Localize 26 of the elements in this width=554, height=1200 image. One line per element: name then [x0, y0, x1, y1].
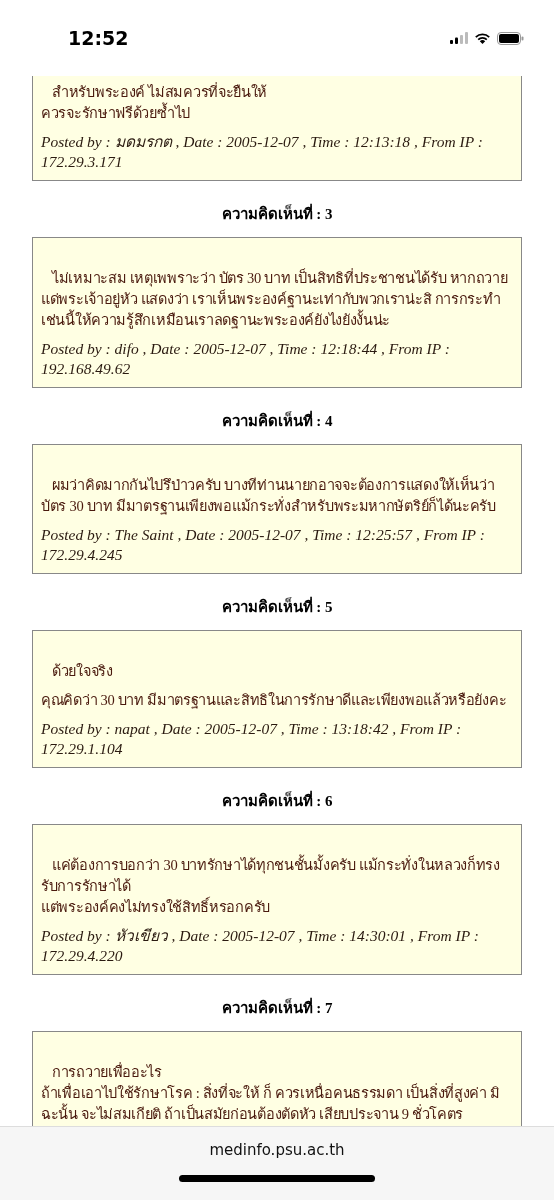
comment-text: ไม่เหมาะสม เหตุเพพราะว่า บัตร 30 บาท เป็นสิทธิที่ประชาชนได้รับ หากถวายแด่พระเจ้าอยู่หัว แสดงว่า เราเห็นพระองค์ฐานะเท่ากับพวกเราน่ะสิ การกระทำเช่นนี้ให้ความรู้สึกเหมือนเราลดฐานะพระองค์ยังไงยังงั้นน่ะ [41, 268, 509, 331]
comment-text: คุณคิดว่า 30 บาท มีมาตรฐานและสิทธิในการรักษาดีและเพียงพอแล้วหรือยังคะ [41, 691, 508, 711]
comment-heading: ความคิดเห็นที่ : 7 [0, 999, 554, 1017]
comment-text: ควรจะรักษาฟรีด้วยซ้ำไป [41, 103, 513, 124]
comment-text: สำหรับพระองค์ ไม่สมควรที่จะยืนให้ [51, 82, 269, 102]
post-info: Posted by : The Saint , Date : 2005-12-07 , Time : 12:25:57 , From IP : 172.29.4.245 [41, 525, 486, 565]
comment-heading: ความคิดเห็นที่ : 3 [0, 205, 554, 223]
home-indicator[interactable] [179, 1175, 375, 1182]
post-info: Posted by : napat , Date : 2005-12-07 , Time : 13:18:42 , From IP : 172.29.1.104 [41, 719, 463, 759]
post-info: Posted by : หัวเขียว , Date : 2005-12-07 , Time : 14:30:01 , From IP : 172.29.4.220 [41, 926, 480, 966]
comment-heading: ความคิดเห็นที่ : 5 [0, 598, 554, 616]
comment-text: ถ้าเพื่อเอาไปใช้รักษาโรค : สิ่งที่จะให้ ก็ ควรเหนื่อคนธรรมดา เป็นสิ่งที่สูงค่า มิฉะนั้น จะไม่สมเกียติ ถ้าเป็นสมัยก่อนต้องตัดหัว เสียบประจาน 9 ชั่วโคตร [41, 1083, 501, 1124]
comment-text: ผมว่าคิดมากกันไปรึป่าวครับ บางทีท่านนายกอาจจะต้องการแสดงให้เห็นว่า บัตร 30 บาท มีมาตรฐานเพียงพอแม้กระทั่งสำหรับพระมหากษัตริย์ก็ได้นะครับ [41, 475, 497, 517]
comment-text: ด้วยใจจริง [51, 662, 114, 681]
comment-heading: ความคิดเห็นที่ : 6 [0, 792, 554, 810]
wifi-icon [474, 32, 491, 44]
comment-heading: ความคิดเห็นที่ : 4 [0, 412, 554, 430]
comment-text: แต่พระองค์คงไม่ทรงใช้สิทธิ์หรอกครับ [41, 897, 513, 918]
battery-icon [497, 31, 524, 45]
address-bar[interactable]: medinfo.psu.ac.th [209, 1141, 345, 1159]
clock-time: 12:52 [68, 27, 129, 49]
comment-text: การถวายเพื่ออะไร [51, 1062, 163, 1082]
signal-icon [450, 32, 468, 44]
comment-text: แค่ต้องการบอกว่า 30 บาทรักษาได้ทุกชนชั้นมั้งครับ แม้กระทั่งในหลวงก็ทรงรับการรักษาได้ [41, 855, 513, 897]
post-info: Posted by : difo , Date : 2005-12-07 , Time : 12:18:44 , From IP : 192.168.49.62 [41, 339, 451, 379]
post-info: Posted by : มดมรกต , Date : 2005-12-07 , Time : 12:13:18 , From IP : 172.29.3.171 [41, 132, 484, 172]
